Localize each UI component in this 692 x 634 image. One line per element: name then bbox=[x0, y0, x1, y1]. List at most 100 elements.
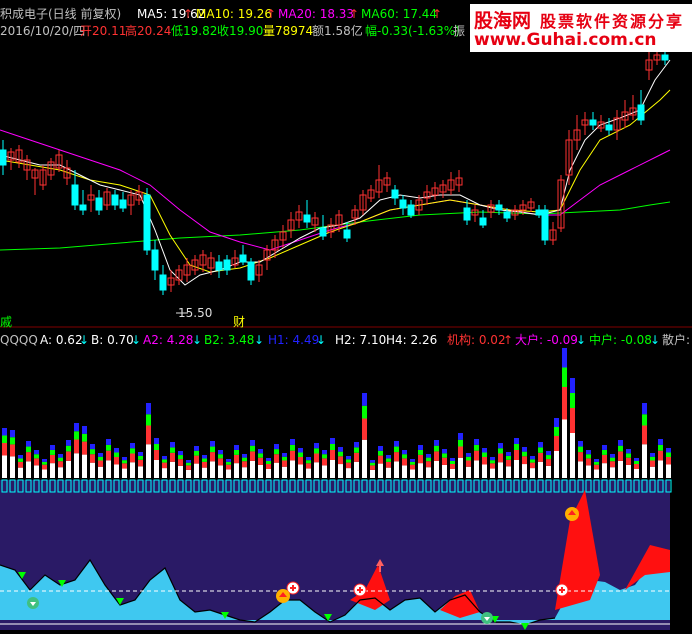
volume-segment bbox=[178, 459, 183, 466]
volume-segment bbox=[234, 445, 239, 450]
volume-segment bbox=[442, 453, 447, 458]
volume-segment bbox=[34, 458, 39, 466]
volume-stacked-bars bbox=[1, 348, 672, 493]
volume-segment bbox=[442, 464, 447, 478]
candle-body bbox=[239, 254, 247, 263]
volume-segment bbox=[202, 458, 207, 462]
candle-body bbox=[95, 197, 103, 211]
volume-segment bbox=[114, 448, 119, 453]
volume-segment bbox=[106, 444, 111, 451]
volume-segment bbox=[626, 453, 631, 458]
volume-segment bbox=[274, 449, 279, 455]
volume-segment bbox=[242, 461, 247, 468]
ma10-label: MA10: 19.26 bbox=[196, 7, 273, 21]
ind-sanhu: 散户: bbox=[662, 333, 691, 347]
volume-segment bbox=[394, 461, 399, 478]
volume-segment bbox=[170, 452, 175, 462]
bar-volume: 量78974 bbox=[263, 24, 314, 38]
volume-segment bbox=[394, 446, 399, 453]
volume-segment bbox=[258, 464, 263, 478]
volume-segment bbox=[130, 453, 135, 463]
volume-segment bbox=[202, 467, 207, 478]
candle-body bbox=[535, 209, 543, 216]
volume-segment bbox=[170, 447, 175, 453]
volume-segment bbox=[634, 458, 639, 461]
volume-segment bbox=[450, 464, 455, 469]
volume-segment bbox=[650, 460, 655, 467]
volume-segment bbox=[626, 464, 631, 478]
volume-segment bbox=[130, 443, 135, 449]
volume-segment bbox=[434, 445, 439, 452]
volume-segment bbox=[570, 393, 575, 408]
volume-segment bbox=[506, 466, 511, 478]
volume-segment bbox=[658, 460, 663, 478]
volume-segment bbox=[162, 459, 167, 463]
volume-segment bbox=[394, 441, 399, 447]
candle-body bbox=[119, 199, 127, 209]
volume-segment bbox=[338, 447, 343, 452]
volume-segment bbox=[370, 460, 375, 463]
volume-segment bbox=[202, 455, 207, 459]
volume-segment bbox=[642, 403, 647, 415]
volume-segment bbox=[298, 448, 303, 453]
volume-segment bbox=[242, 454, 247, 458]
logo-slogan: 股票软件资源分享 bbox=[540, 12, 685, 31]
volume-segment bbox=[578, 461, 583, 478]
volume-segment bbox=[234, 463, 239, 478]
volume-segment bbox=[410, 461, 415, 465]
bar-high: 高20.24 bbox=[125, 24, 172, 38]
volume-segment bbox=[354, 442, 359, 448]
volume-segment bbox=[426, 467, 431, 478]
ind-h4: H4: 2.26 bbox=[386, 333, 438, 347]
volume-segment bbox=[378, 446, 383, 451]
volume-segment bbox=[218, 454, 223, 459]
volume-segment bbox=[146, 403, 151, 415]
volume-segment bbox=[2, 455, 7, 478]
volume-segment bbox=[434, 440, 439, 446]
volume-segment bbox=[602, 463, 607, 478]
volume-segment bbox=[482, 464, 487, 478]
volume-segment bbox=[2, 435, 7, 443]
volume-segment bbox=[98, 466, 103, 478]
volume-segment bbox=[314, 453, 319, 463]
candle-body bbox=[637, 104, 645, 121]
volume-segment bbox=[282, 460, 287, 467]
volume-segment bbox=[450, 469, 455, 478]
volume-segment bbox=[402, 458, 407, 466]
volume-segment bbox=[426, 454, 431, 458]
volume-segment bbox=[282, 456, 287, 461]
ind-jigou-arrow: ↑ bbox=[503, 333, 514, 347]
volume-segment bbox=[578, 441, 583, 447]
volume-segment bbox=[586, 454, 591, 459]
volume-segment bbox=[346, 456, 351, 460]
volume-segment bbox=[594, 464, 599, 470]
volume-segment bbox=[226, 459, 231, 462]
ind-dahu-arrow: ↓ bbox=[576, 333, 587, 347]
volume-segment bbox=[522, 464, 527, 478]
volume-segment bbox=[506, 459, 511, 467]
volume-segment bbox=[114, 457, 119, 465]
volume-segment bbox=[306, 468, 311, 478]
volume-segment bbox=[234, 454, 239, 464]
volume-segment bbox=[186, 469, 191, 478]
volume-segment bbox=[274, 454, 279, 463]
volume-segment bbox=[178, 451, 183, 456]
volume-segment bbox=[338, 456, 343, 465]
volume-segment bbox=[386, 458, 391, 462]
volume-segment bbox=[34, 465, 39, 478]
volume-segment bbox=[90, 454, 95, 463]
volume-segment bbox=[538, 452, 543, 462]
volume-segment bbox=[234, 449, 239, 455]
volume-segment bbox=[618, 440, 623, 446]
volume-segment bbox=[458, 439, 463, 447]
volume-segment bbox=[666, 448, 671, 453]
volume-segment bbox=[402, 450, 407, 455]
volume-segment bbox=[266, 458, 271, 461]
volume-segment bbox=[522, 456, 527, 465]
volume-segment bbox=[58, 467, 63, 478]
volume-segment bbox=[530, 459, 535, 463]
volume-segment bbox=[42, 469, 47, 478]
candle-body bbox=[541, 209, 549, 241]
volume-segment bbox=[482, 448, 487, 453]
volume-segment bbox=[154, 444, 159, 450]
